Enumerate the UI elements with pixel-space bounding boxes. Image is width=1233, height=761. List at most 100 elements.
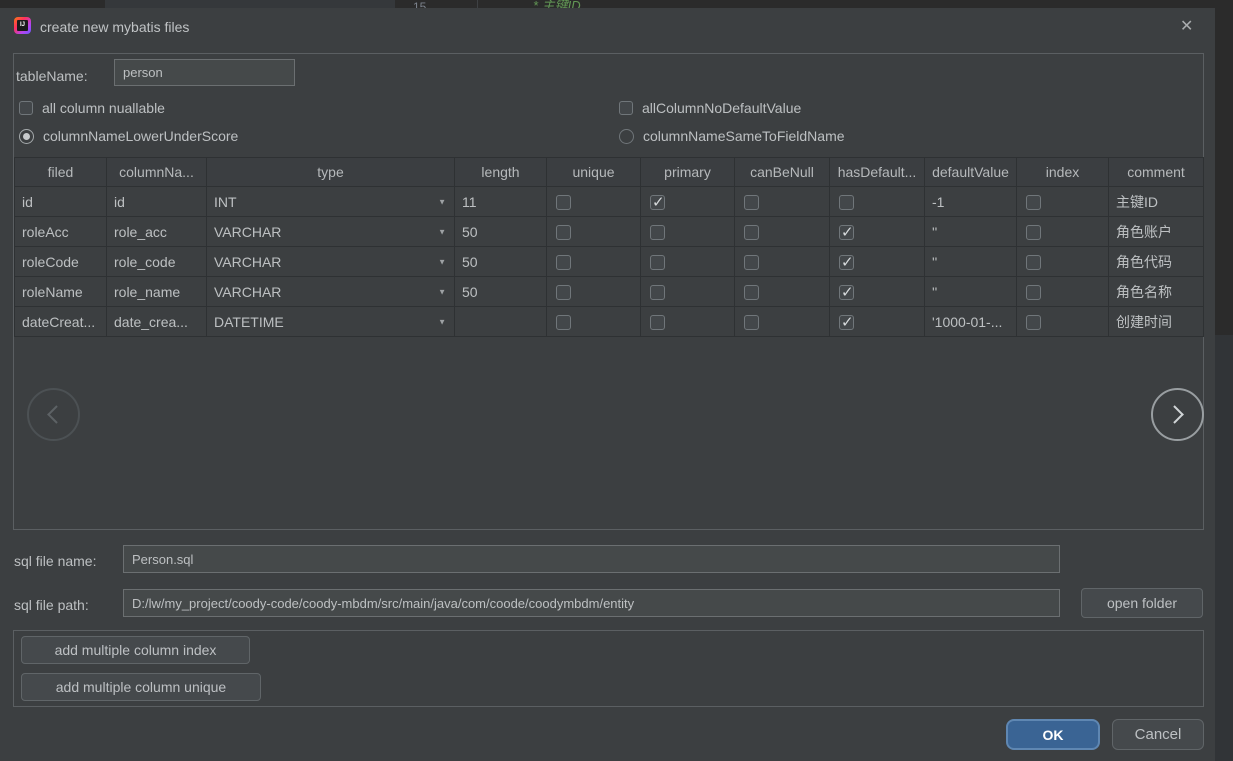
add-multiple-column-unique-button[interactable]: add multiple column unique — [21, 673, 261, 701]
dialog-title: create new mybatis files — [40, 19, 189, 35]
ok-button[interactable]: OK — [1006, 719, 1100, 750]
cell-default-value[interactable]: -1 — [925, 187, 1017, 217]
open-folder-button[interactable]: open folder — [1081, 588, 1203, 618]
table-row: roleAccrole_accVARCHAR▼50 '' 角色账户 — [15, 217, 1204, 247]
columns-table: filedcolumnNa...typelengthuniqueprimaryc… — [14, 157, 1204, 337]
column-header: defaultValue — [925, 158, 1017, 187]
dropdown-arrow-icon: ▼ — [438, 317, 446, 326]
has-default-checkbox[interactable] — [839, 195, 854, 210]
cell-length[interactable]: 50 — [455, 217, 547, 247]
option-column-name-lower-underscore[interactable]: columnNameLowerUnderScore — [19, 128, 238, 144]
option-column-name-same-to-field-name[interactable]: columnNameSameToFieldName — [619, 128, 845, 144]
cell-length[interactable]: 50 — [455, 277, 547, 307]
intellij-idea-icon: IJ — [14, 17, 31, 34]
primary-cell — [641, 247, 735, 277]
cell-comment[interactable]: 主键ID — [1109, 187, 1204, 217]
index-checkbox[interactable] — [1026, 195, 1041, 210]
cell-filed[interactable]: roleCode — [15, 247, 107, 277]
index-checkbox[interactable] — [1026, 315, 1041, 330]
option-all-column-no-default-value[interactable]: allColumnNoDefaultValue — [619, 100, 801, 116]
unique-checkbox[interactable] — [556, 285, 571, 300]
cell-length[interactable] — [455, 307, 547, 337]
table-name-input[interactable] — [114, 59, 295, 86]
cell-filed[interactable]: roleName — [15, 277, 107, 307]
sql-file-path-input[interactable] — [123, 589, 1060, 617]
cell-column-name[interactable]: id — [107, 187, 207, 217]
unique-checkbox[interactable] — [556, 255, 571, 270]
table-name-label: tableName: — [16, 68, 88, 84]
can-be-null-checkbox[interactable] — [744, 255, 759, 270]
table-header-row: filedcolumnNa...typelengthuniqueprimaryc… — [15, 158, 1204, 187]
has-default-checkbox[interactable] — [839, 225, 854, 240]
cell-default-value[interactable]: '' — [925, 247, 1017, 277]
can-be-null-checkbox[interactable] — [744, 225, 759, 240]
has-default-cell — [830, 217, 925, 247]
cell-column-name[interactable]: role_name — [107, 277, 207, 307]
cell-type-dropdown[interactable]: DATETIME ▼ — [207, 307, 455, 337]
column-header: index — [1017, 158, 1109, 187]
index-checkbox[interactable] — [1026, 285, 1041, 300]
type-value: VARCHAR — [214, 254, 281, 270]
index-cell — [1017, 307, 1109, 337]
primary-checkbox[interactable] — [650, 255, 665, 270]
can-be-null-checkbox[interactable] — [744, 315, 759, 330]
editor-gutter-separator — [477, 0, 478, 8]
column-header: primary — [641, 158, 735, 187]
cell-filed[interactable]: id — [15, 187, 107, 217]
unique-checkbox[interactable] — [556, 225, 571, 240]
cell-length[interactable]: 50 — [455, 247, 547, 277]
cell-type-dropdown[interactable]: INT▼ — [207, 187, 455, 217]
column-header: type — [207, 158, 455, 187]
cancel-button[interactable]: Cancel — [1112, 719, 1204, 750]
cell-default-value[interactable]: '' — [925, 217, 1017, 247]
has-default-checkbox[interactable] — [839, 285, 854, 300]
cell-filed[interactable]: dateCreat... — [15, 307, 107, 337]
column-header: columnNa... — [107, 158, 207, 187]
primary-checkbox[interactable] — [650, 195, 665, 210]
previous-page-button[interactable] — [27, 388, 80, 441]
index-cell — [1017, 217, 1109, 247]
sql-file-name-input[interactable] — [123, 545, 1060, 573]
add-multiple-column-index-button[interactable]: add multiple column index — [21, 636, 250, 664]
has-default-checkbox[interactable] — [839, 315, 854, 330]
editor-line-number: 15 — [413, 0, 426, 8]
can-be-null-checkbox[interactable] — [744, 285, 759, 300]
cell-comment[interactable]: 角色代码 — [1109, 247, 1204, 277]
primary-checkbox[interactable] — [650, 315, 665, 330]
primary-checkbox[interactable] — [650, 285, 665, 300]
add-multiple-panel: add multiple column index add multiple c… — [13, 630, 1204, 707]
cell-comment[interactable]: 创建时间 — [1109, 307, 1204, 337]
can-be-null-cell — [735, 277, 830, 307]
next-page-button[interactable] — [1151, 388, 1204, 441]
cell-type-dropdown[interactable]: VARCHAR▼ — [207, 277, 455, 307]
cell-type-dropdown[interactable]: VARCHAR▼ — [207, 247, 455, 277]
close-icon[interactable]: ✕ — [1180, 18, 1193, 36]
type-value: DATETIME — [214, 314, 284, 330]
cell-default-value[interactable]: '' — [925, 277, 1017, 307]
cell-comment[interactable]: 角色名称 — [1109, 277, 1204, 307]
dropdown-arrow-icon: ▼ — [438, 227, 446, 236]
primary-cell — [641, 307, 735, 337]
unique-checkbox[interactable] — [556, 195, 571, 210]
can-be-null-checkbox[interactable] — [744, 195, 759, 210]
cell-type-dropdown[interactable]: VARCHAR▼ — [207, 217, 455, 247]
editor-code-band — [105, 0, 395, 8]
cell-length[interactable]: 11 — [455, 187, 547, 217]
cell-column-name[interactable]: date_crea... — [107, 307, 207, 337]
index-checkbox[interactable] — [1026, 255, 1041, 270]
option-all-column-nullable[interactable]: all column nuallable — [19, 100, 165, 116]
create-mybatis-files-dialog: IJ create new mybatis files ✕ tableName:… — [0, 8, 1215, 761]
index-checkbox[interactable] — [1026, 225, 1041, 240]
cell-default-value[interactable]: '1000-01-... — [925, 307, 1017, 337]
cell-column-name[interactable]: role_code — [107, 247, 207, 277]
option-label: columnNameLowerUnderScore — [43, 128, 238, 144]
sql-file-name-label: sql file name: — [14, 553, 96, 569]
has-default-checkbox[interactable] — [839, 255, 854, 270]
can-be-null-cell — [735, 247, 830, 277]
unique-checkbox[interactable] — [556, 315, 571, 330]
cell-column-name[interactable]: role_acc — [107, 217, 207, 247]
primary-cell — [641, 277, 735, 307]
cell-comment[interactable]: 角色账户 — [1109, 217, 1204, 247]
cell-filed[interactable]: roleAcc — [15, 217, 107, 247]
primary-checkbox[interactable] — [650, 225, 665, 240]
